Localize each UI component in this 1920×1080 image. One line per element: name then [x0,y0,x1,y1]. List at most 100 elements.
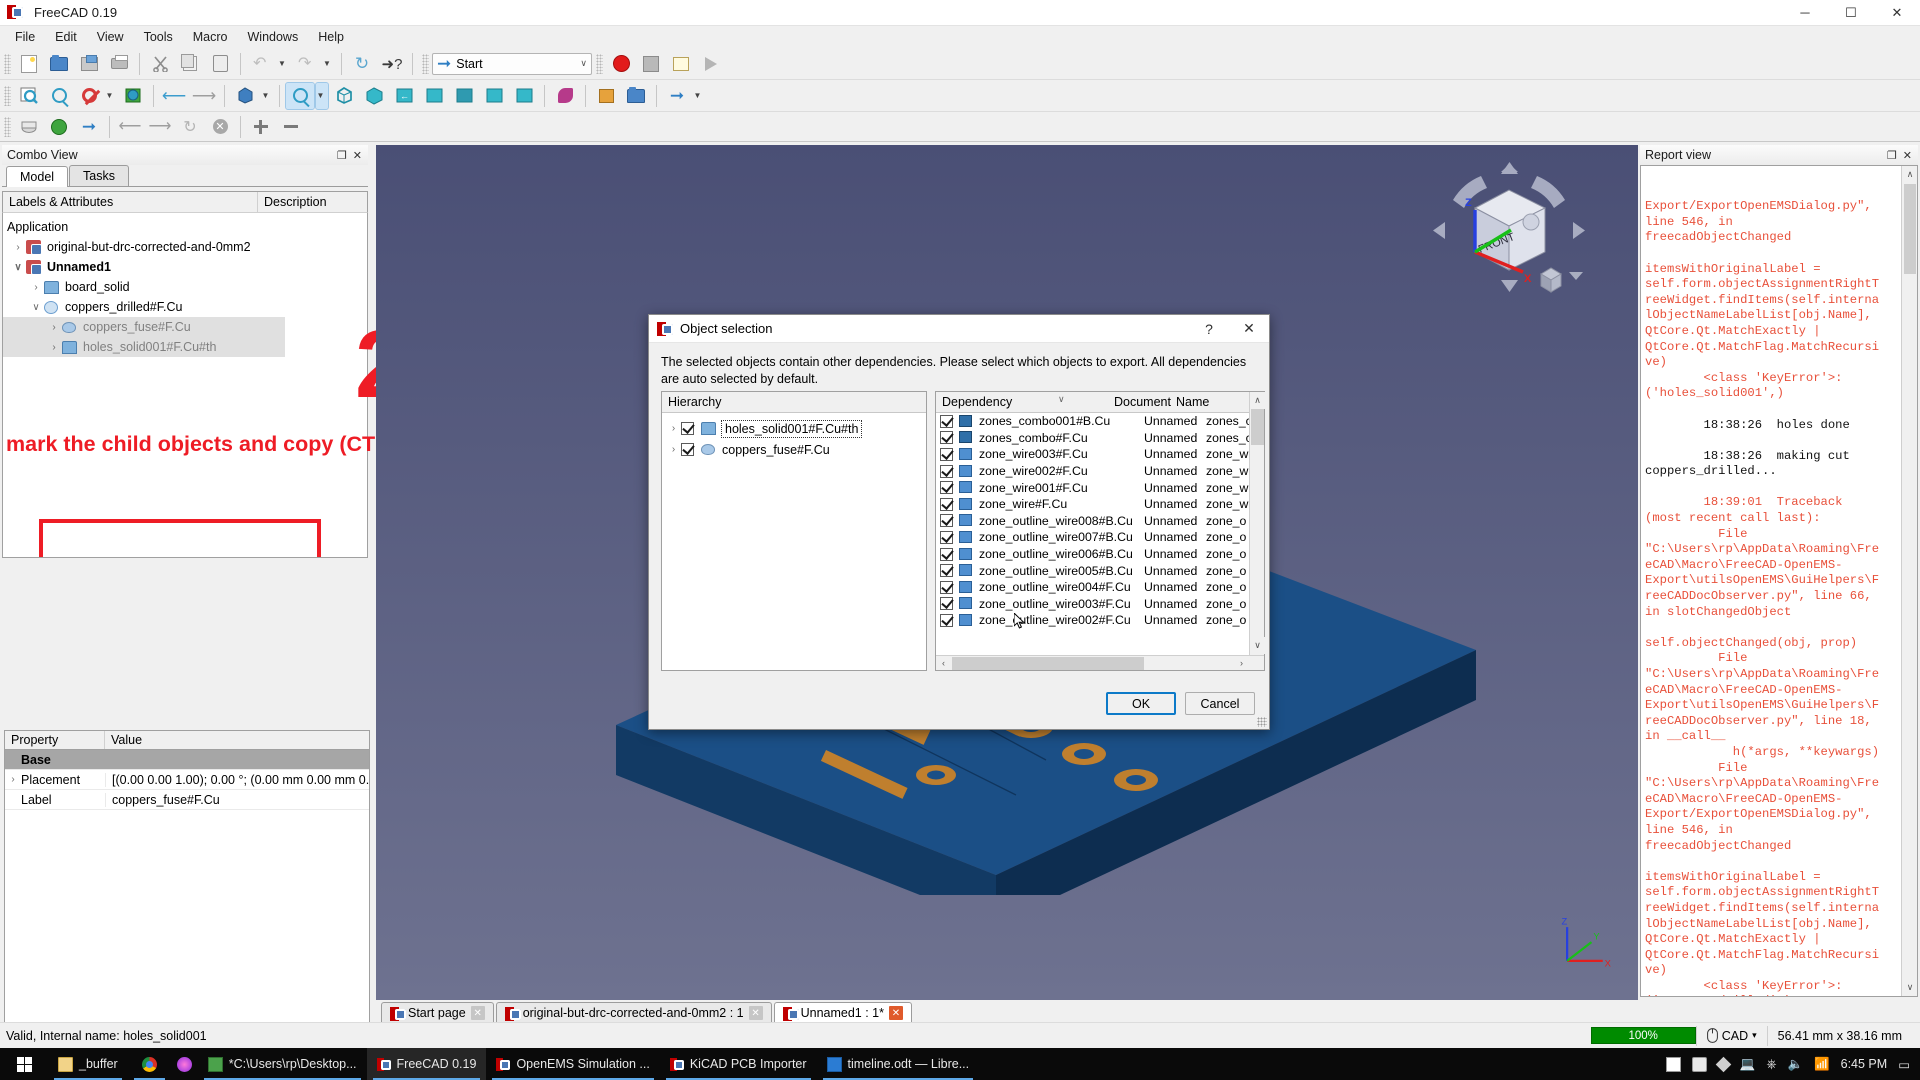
close-icon[interactable]: ✕ [1903,149,1912,162]
zoom-dropdown[interactable]: ▼ [315,81,329,110]
print-button[interactable] [105,51,133,77]
dependency-row[interactable]: zone_wire002#F.Cu Unnamed zone_w [936,463,1264,480]
report-scrollbar[interactable]: ∧ ∨ [1901,166,1917,996]
draw-style-dropdown[interactable]: ▼ [105,83,117,109]
menu-help[interactable]: Help [308,28,354,46]
toolbar-grip[interactable] [4,53,11,74]
taskbar-item-libreoffice[interactable]: timeline.odt — Libre... [817,1048,980,1080]
minimize-button[interactable]: ─ [1782,0,1828,26]
workbench-selector[interactable]: ➞ Start ∨ [432,52,592,75]
back-view-button[interactable]: ⟵ [160,83,188,109]
whats-this-icon[interactable]: ➜? [378,51,406,77]
scroll-up-icon[interactable]: ∧ [1250,392,1265,409]
maximize-button[interactable]: ☐ [1828,0,1874,26]
hierarchy-panel[interactable]: Hierarchy › holes_solid001#F.Cu#th › cop… [661,391,927,671]
new-document-button[interactable] [15,51,43,77]
property-col-value[interactable]: Value [105,731,369,749]
left-view-button[interactable] [510,83,538,109]
browser-back-button[interactable]: ⟵ [116,114,144,140]
zoom-in-button[interactable] [247,114,275,140]
browser-forward-button[interactable]: ⟶ [146,114,174,140]
doctab-close-icon[interactable]: ✕ [748,1006,763,1020]
chevron-down-icon[interactable]: ∨ [29,302,43,313]
doctab-close-icon[interactable]: ✕ [889,1006,903,1020]
dependency-checkbox[interactable] [940,564,953,578]
save-document-button[interactable] [75,51,103,77]
dependency-row[interactable]: zone_wire001#F.Cu Unnamed zone_w [936,479,1264,496]
copy-button[interactable] [176,51,204,77]
navigation-mode-selector[interactable]: CAD ▾ [1695,1025,1767,1046]
dependency-row[interactable]: zone_outline_wire002#F.Cu Unnamed zone_o [936,612,1264,629]
dependency-row[interactable]: zone_outline_wire003#F.Cu Unnamed zone_o [936,596,1264,613]
scroll-left-icon[interactable]: ‹ [936,658,951,668]
taskbar-item-chrome[interactable] [128,1048,171,1080]
dependency-panel[interactable]: Dependency Document Name ∨ zones_combo00… [935,391,1265,671]
tray-diamond-icon[interactable] [1715,1056,1732,1072]
rear-view-button[interactable] [450,83,478,109]
dependency-row[interactable]: zone_outline_wire005#B.Cu Unnamed zone_o [936,562,1264,579]
hierarchy-item-coppers-fuse[interactable]: › coppers_fuse#F.Cu [662,439,926,460]
hierarchy-item-holes-solid001[interactable]: › holes_solid001#F.Cu#th [662,418,926,439]
tree-item-application[interactable]: Application [3,217,367,237]
hierarchy-checkbox[interactable] [681,443,694,456]
property-value[interactable]: coppers_fuse#F.Cu [105,792,369,807]
dialog-close-button[interactable]: ✕ [1229,315,1269,343]
macro-edit-button[interactable] [667,51,695,77]
menu-view[interactable]: View [87,28,134,46]
dependency-checkbox[interactable] [940,447,953,461]
web-page-button[interactable] [45,114,73,140]
axonometric-button[interactable] [231,83,259,109]
macro-record-button[interactable] [607,51,635,77]
document-column-label[interactable]: Document [1108,395,1171,409]
tree-item-holes-solid001[interactable]: › holes_solid001#F.Cu#th [3,337,285,357]
menu-edit[interactable]: Edit [45,28,87,46]
dependency-checkbox[interactable] [940,464,953,478]
chevron-down-icon[interactable]: ▾ [1752,1030,1757,1041]
dialog-resize-handle[interactable] [1257,717,1267,727]
dependency-checkbox[interactable] [940,597,953,611]
chevron-down-icon[interactable]: ∨ [11,262,25,273]
chevron-right-icon[interactable]: › [666,444,681,455]
menu-file[interactable]: File [5,28,45,46]
isometric-view-button[interactable] [330,83,358,109]
browser-stop-button[interactable]: ✕ [206,114,234,140]
scroll-right-icon[interactable]: › [1234,658,1249,668]
toolbar-grip[interactable] [4,85,11,106]
object-selection-dialog[interactable]: Object selection ? ✕ The selected object… [648,314,1270,730]
fit-selection-button[interactable] [45,83,73,109]
scrollbar-thumb[interactable] [1904,184,1916,274]
browser-reload-button[interactable]: ↻ [176,114,204,140]
dependency-row[interactable]: zone_wire003#F.Cu Unnamed zone_w [936,446,1264,463]
property-row-label[interactable]: Label coppers_fuse#F.Cu [5,790,369,810]
chevron-right-icon[interactable]: › [47,342,61,353]
taskbar-item-freecad[interactable]: FreeCAD 0.19 [366,1048,487,1080]
bottom-view-button[interactable] [480,83,508,109]
draw-style-button[interactable] [75,83,103,109]
redo-button[interactable]: ↷ [292,51,320,77]
dependency-row[interactable]: zones_combo#F.Cu Unnamed zones_c [936,430,1264,447]
dependency-checkbox[interactable] [940,547,953,561]
zoom-tool-button[interactable] [285,81,315,110]
chevron-right-icon[interactable]: › [5,774,21,785]
undo-dropdown[interactable]: ▼ [277,51,290,77]
property-col-name[interactable]: Property [5,731,105,749]
tray-usb-icon[interactable]: ⎈ [1766,1057,1776,1072]
report-log[interactable]: Export/ExportOpenEMSDialog.py", line 546… [1640,165,1918,997]
close-icon[interactable]: ✕ [353,149,362,162]
toolbar-grip[interactable] [596,53,603,74]
taskbar-item-buffer[interactable]: _buffer [48,1048,128,1080]
chevron-right-icon[interactable]: › [666,423,681,434]
toolbar-grip[interactable] [4,116,11,137]
ok-button[interactable]: OK [1106,692,1176,715]
std-views-button[interactable] [119,83,147,109]
property-row-placement[interactable]: › Placement [(0.00 0.00 1.00); 0.00 °; (… [5,770,369,790]
measure-button[interactable] [551,83,579,109]
close-button[interactable]: ✕ [1874,0,1920,26]
dependency-hscrollbar[interactable]: ‹ › [936,655,1264,670]
scroll-down-icon[interactable]: ∨ [1250,637,1265,654]
create-part-button[interactable] [15,114,43,140]
macro-stop-button[interactable] [637,51,665,77]
dependency-checkbox[interactable] [940,431,953,445]
dependency-vscrollbar[interactable]: ∧ ∨ [1249,392,1265,670]
scrollbar-thumb[interactable] [1251,409,1264,445]
